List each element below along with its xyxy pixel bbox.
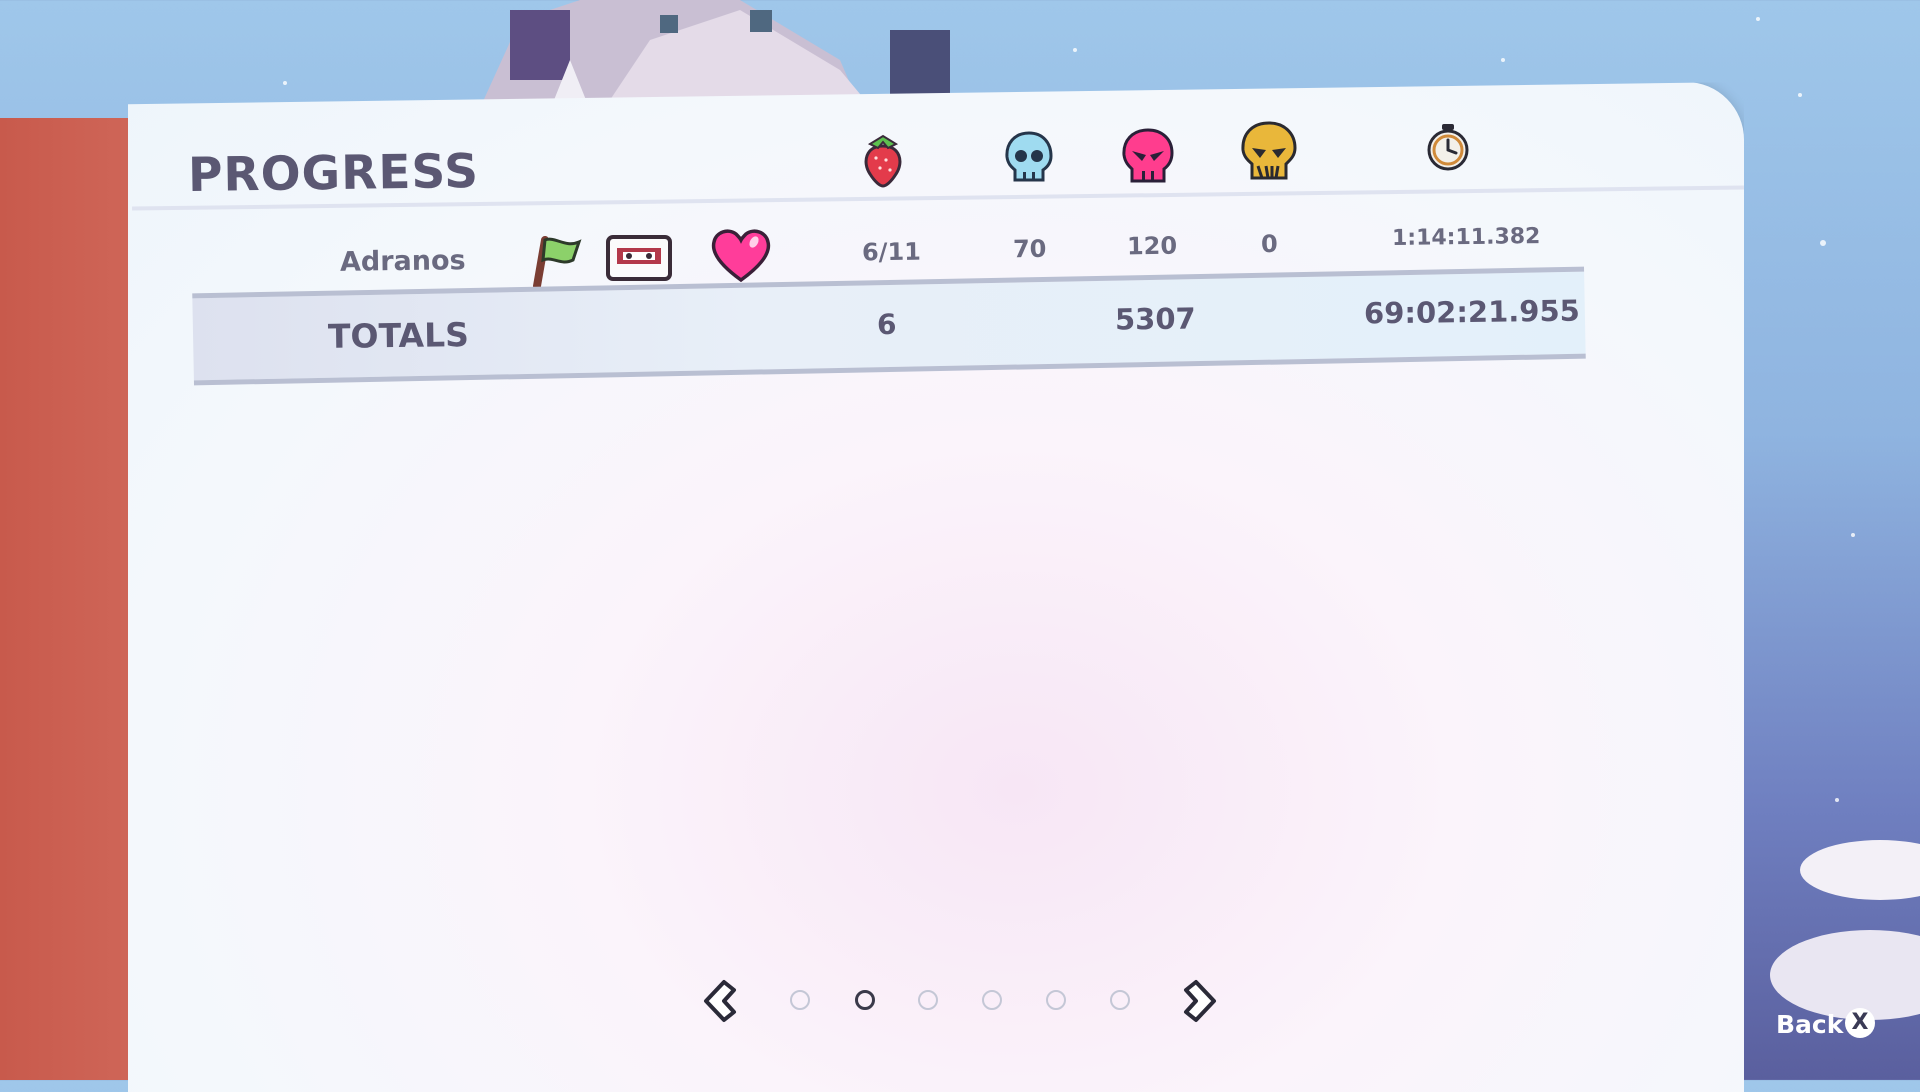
chapter-deaths-a: 70 xyxy=(1012,234,1047,264)
totals-time: 69:02:21.955 xyxy=(1363,293,1581,331)
page-dot-5[interactable] xyxy=(1046,990,1066,1010)
cassette-icon xyxy=(605,234,673,286)
page-dot-4[interactable] xyxy=(982,990,1002,1010)
stopwatch-icon xyxy=(1425,122,1471,176)
strawberry-icon xyxy=(860,132,906,192)
totals-deaths: 5307 xyxy=(1114,301,1196,337)
heart-icon xyxy=(710,226,772,288)
totals-strawberries: 6 xyxy=(876,307,897,342)
page-dot-3[interactable] xyxy=(918,990,938,1010)
chapter-deaths-b: 120 xyxy=(1126,231,1178,261)
death-skull-blue-icon xyxy=(1003,130,1055,188)
chapter-deaths-c: 0 xyxy=(1260,229,1278,259)
page-dot-6[interactable] xyxy=(1110,990,1130,1010)
prev-page-arrow-icon[interactable] xyxy=(700,978,740,1028)
page-dot-2[interactable] xyxy=(855,990,875,1010)
chapter-name: Adranos xyxy=(339,245,466,278)
flag-icon xyxy=(525,230,585,294)
back-label[interactable]: Back xyxy=(1776,1010,1843,1039)
death-skull-pink-icon xyxy=(1120,127,1176,189)
page-title: PROGRESS xyxy=(187,143,480,204)
chapter-strawberries: 6/11 xyxy=(861,237,922,267)
chapter-time: 1:14:11.382 xyxy=(1391,224,1541,251)
back-x-button-icon[interactable]: X xyxy=(1845,1008,1875,1038)
death-skull-gold-icon xyxy=(1238,120,1300,186)
next-page-arrow-icon[interactable] xyxy=(1180,978,1220,1028)
page-dot-1[interactable] xyxy=(790,990,810,1010)
totals-label: TOTALS xyxy=(327,315,470,356)
